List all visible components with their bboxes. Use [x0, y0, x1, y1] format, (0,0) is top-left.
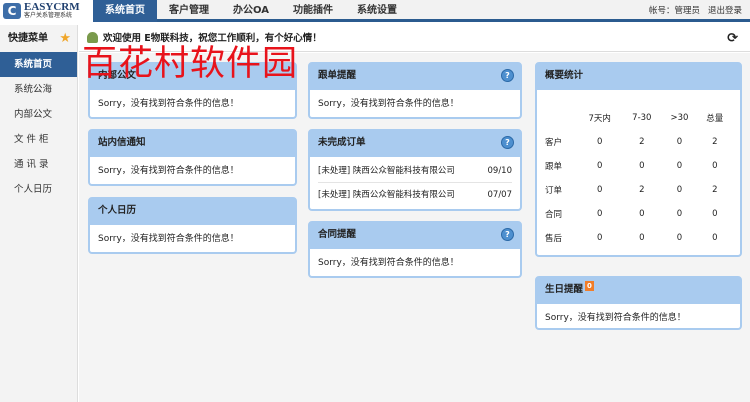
panel-title: 跟单提醒 [318, 70, 357, 81]
stats-cell: 0 [712, 209, 718, 219]
empty-message: Sorry，没有找到符合条件的信息！ [98, 99, 239, 109]
stats-cell: 2 [639, 137, 645, 147]
help-icon[interactable]: ? [501, 136, 514, 149]
sidebar-item-contacts[interactable]: 通 讯 录 [0, 152, 77, 177]
order-name[interactable]: [未处理] 陕西公众智能科技有限公司 [318, 183, 455, 207]
logo-icon: C [3, 3, 21, 19]
column-header: 7-30 [632, 113, 652, 123]
empty-message: Sorry，没有找到符合条件的信息！ [318, 258, 459, 268]
panel-birthdays: 生日提醒 0 Sorry，没有找到符合条件的信息！ [535, 276, 742, 330]
stats-cell: 0 [676, 161, 683, 171]
panel-orders: 未完成订单? [未处理] 陕西公众智能科技有限公司 09/10 [未处理] 陕西公… [308, 129, 522, 211]
tab-home[interactable]: 系统首页 [93, 0, 157, 22]
panel-title: 概要统计 [537, 64, 740, 90]
dashboard: 内部公文 Sorry，没有找到符合条件的信息！ 站内信通知 Sorry，没有找到符合… [79, 53, 750, 402]
panel-documents: 内部公文 Sorry，没有找到符合条件的信息！ [88, 62, 297, 119]
panel-follow-up: 跟单提醒? Sorry，没有找到符合条件的信息！ [308, 62, 522, 119]
tab-customers[interactable]: 客户管理 [157, 0, 221, 22]
sidebar-item-public-pool[interactable]: 系统公海 [0, 77, 77, 102]
logo-title: EASYCRM [24, 1, 80, 13]
stats-cell: 跟单 [545, 162, 563, 172]
panel-summary-stats: 概要统计 7天内 7-30 >30 总量客户 0 2 0 2 跟单 0 0 0 0 订单 0 2 0 2 合同 0 0 0… [535, 62, 742, 257]
panel-title: 内部公文 [90, 64, 295, 90]
tab-office[interactable]: 办公OA [221, 0, 281, 22]
stats-row: 跟单 0 0 0 0 [545, 154, 732, 178]
stats-cell: 订单 [545, 186, 563, 196]
panel-calendar: 个人日历 Sorry，没有找到符合条件的信息！ [88, 197, 297, 254]
stats-cell: 2 [712, 185, 718, 195]
sidebar-item-file-cabinet[interactable]: 文 件 柜 [0, 127, 77, 152]
column-header: 总量 [706, 114, 724, 124]
stats-cell: 客户 [545, 138, 563, 148]
refresh-icon[interactable]: ⟳ [727, 25, 738, 52]
count-badge: 0 [585, 281, 594, 291]
stats-cell: 0 [712, 161, 718, 171]
stats-table: 7天内 7-30 >30 总量客户 0 2 0 2 跟单 0 0 0 0 订单 0 2 0 2 合同 0 0 0 0 售后 0 0… [545, 106, 732, 250]
stats-cell: 0 [712, 233, 718, 243]
order-date: 09/10 [487, 166, 513, 176]
stats-cell: 0 [596, 161, 603, 171]
panel-contracts: 合同提醒? Sorry，没有找到符合条件的信息！ [308, 221, 522, 278]
column-header: 7天内 [588, 114, 611, 124]
stats-cell: 0 [676, 233, 683, 243]
stats-cell: 0 [596, 185, 603, 195]
panel-messages: 站内信通知 Sorry，没有找到符合条件的信息！ [88, 129, 297, 186]
empty-message: Sorry，没有找到符合条件的信息！ [318, 99, 459, 109]
star-icon[interactable]: ★ [59, 25, 71, 52]
logo-subtitle: 客户关系管理系统 [24, 12, 73, 19]
panel-title: 未完成订单 [318, 137, 366, 148]
stats-cell: 2 [639, 185, 645, 195]
tab-settings[interactable]: 系统设置 [345, 0, 409, 22]
order-name[interactable]: [未处理] 陕西公众智能科技有限公司 [318, 159, 455, 182]
main-nav: 系统首页 客户管理 办公OA 功能插件 系统设置 [93, 0, 409, 22]
sidebar-header: 快捷菜单 ★ [0, 25, 77, 52]
welcome-bar: 欢迎使用 E物联科技，祝您工作顺利，有个好心情！ ⟳ [79, 25, 750, 52]
empty-message: Sorry，没有找到符合条件的信息！ [98, 166, 239, 176]
sidebar-item-calendar[interactable]: 个人日历 [0, 177, 77, 202]
stats-row: 客户 0 2 0 2 [545, 130, 732, 154]
stats-cell: 0 [639, 233, 645, 243]
order-date: 07/07 [487, 190, 513, 200]
panel-title: 生日提醒 [545, 284, 584, 295]
empty-message: Sorry，没有找到符合条件的信息！ [545, 313, 686, 323]
stats-cell: 0 [676, 209, 683, 219]
help-icon[interactable]: ? [501, 69, 514, 82]
sidebar-item-home[interactable]: 系统首页 [0, 52, 77, 77]
stats-cell: 0 [596, 233, 603, 243]
empty-message: Sorry，没有找到符合条件的信息！ [98, 234, 239, 244]
stats-header-row: 7天内 7-30 >30 总量 [545, 106, 732, 130]
panel-title: 站内信通知 [90, 131, 295, 157]
top-bar: C EASYCRM 客户关系管理系统 系统首页 客户管理 办公OA 功能插件 系统… [0, 0, 750, 22]
user-icon [87, 32, 98, 43]
account-label: 帐号：管理员 [648, 6, 700, 16]
column-header: >30 [670, 113, 689, 123]
stats-cell: 0 [639, 161, 645, 171]
tab-plugins[interactable]: 功能插件 [281, 0, 345, 22]
sidebar-title: 快捷菜单 [8, 33, 48, 44]
stats-cell: 售后 [545, 234, 563, 244]
sidebar-item-documents[interactable]: 内部公文 [0, 102, 77, 127]
stats-row: 售后 0 0 0 0 [545, 226, 732, 250]
stats-cell: 0 [676, 137, 683, 147]
order-row[interactable]: [未处理] 陕西公众智能科技有限公司 09/10 [318, 159, 512, 183]
stats-cell: 0 [596, 209, 603, 219]
welcome-text: 欢迎使用 E物联科技，祝您工作顺利，有个好心情！ [103, 33, 322, 44]
stats-row: 订单 0 2 0 2 [545, 178, 732, 202]
stats-cell: 0 [676, 185, 683, 195]
stats-row: 合同 0 0 0 0 [545, 202, 732, 226]
panel-title: 个人日历 [90, 199, 295, 225]
sidebar: 快捷菜单 ★ 系统首页 系统公海 内部公文 文 件 柜 通 讯 录 个人日历 [0, 25, 78, 402]
help-icon[interactable]: ? [501, 228, 514, 241]
user-info: 帐号：管理员 退出登录 [641, 0, 742, 22]
stats-cell: 0 [639, 209, 645, 219]
panel-title: 合同提醒 [318, 229, 357, 240]
stats-cell: 0 [596, 137, 603, 147]
order-row[interactable]: [未处理] 陕西公众智能科技有限公司 07/07 [318, 183, 512, 207]
logo: C EASYCRM 客户关系管理系统 [0, 0, 93, 22]
stats-cell: 合同 [545, 210, 563, 220]
logout-link[interactable]: 退出登录 [708, 6, 742, 16]
stats-cell: 2 [712, 137, 718, 147]
column-header [545, 106, 577, 130]
